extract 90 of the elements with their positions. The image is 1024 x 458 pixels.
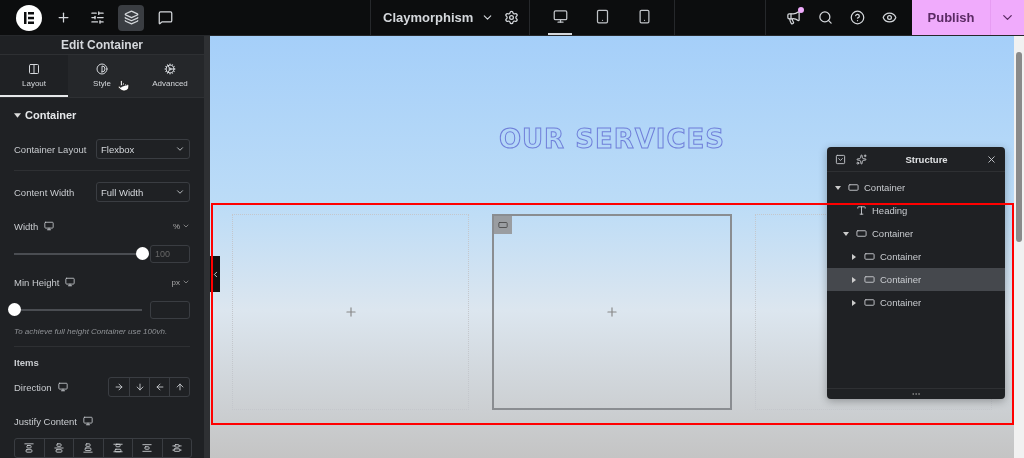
field-label: Container Layout (14, 143, 87, 155)
collapse-icon[interactable] (835, 153, 846, 165)
number-field[interactable] (150, 301, 190, 319)
panel-tab[interactable]: Style (68, 55, 136, 97)
publish-button[interactable]: Publish (912, 0, 990, 35)
tree-item[interactable]: Container (827, 222, 1005, 245)
field-label: Content Width (14, 186, 75, 198)
speech-bubble-icon (157, 10, 173, 25)
tree-item[interactable]: Container (827, 291, 1005, 314)
megaphone-icon (786, 10, 801, 25)
layers-icon (123, 10, 139, 25)
chevron-down-icon (182, 222, 190, 230)
tree-item[interactable]: Heading (827, 199, 1005, 222)
desktop-icon[interactable] (82, 416, 93, 426)
structure-title: Structure (904, 153, 949, 165)
unit-select[interactable]: px (171, 277, 190, 287)
columns-icon (28, 62, 40, 75)
caret-down-icon[interactable] (843, 230, 851, 237)
container-icon (848, 182, 859, 193)
contrast-icon (96, 62, 108, 75)
collapse-panel-button[interactable] (210, 256, 220, 292)
text-icon (856, 205, 867, 216)
number-field[interactable]: 100 (150, 245, 190, 263)
desktop-icon[interactable] (57, 382, 68, 392)
column-container[interactable] (492, 214, 732, 410)
plus-icon (343, 305, 358, 319)
tablet-icon (594, 9, 610, 24)
notification-dot (798, 7, 804, 13)
field-label: Justify Content (14, 415, 77, 427)
caret-down-icon (14, 111, 21, 119)
hand-cursor-icon (117, 79, 130, 92)
hint-text: To achieve full height Container use 100vh. (14, 327, 169, 336)
sparkle-icon[interactable] (856, 153, 867, 165)
select-field[interactable]: Flexbox (96, 139, 190, 159)
slider-thumb[interactable] (136, 247, 149, 260)
container-icon (498, 220, 509, 230)
sliders-icon (89, 10, 105, 25)
phone-icon (636, 9, 652, 24)
field-label: Min Height (14, 276, 60, 288)
space-evenly-icon (171, 443, 182, 453)
section-header[interactable]: Container (14, 98, 190, 132)
arrow-up-icon (174, 382, 185, 392)
desktop-icon[interactable] (44, 221, 55, 231)
arrow-right-icon (114, 382, 124, 392)
container-icon (864, 251, 875, 262)
desktop-icon (552, 9, 568, 24)
container-icon (864, 297, 875, 308)
scrollbar[interactable] (1014, 36, 1024, 458)
settings-button[interactable] (504, 10, 520, 25)
chevron-down-icon (175, 144, 185, 154)
megaphone-button[interactable] (786, 10, 801, 25)
logo-icon[interactable] (16, 4, 42, 31)
unit-select[interactable]: % (172, 221, 190, 231)
slider-thumb[interactable] (8, 303, 21, 316)
page-name-menu[interactable]: Claymorphism (370, 0, 505, 35)
arrow-down-icon (134, 382, 145, 392)
align-center-icon (53, 443, 64, 453)
help-button[interactable] (850, 10, 865, 25)
chevron-down-icon (175, 187, 185, 197)
container-handle[interactable] (494, 216, 513, 234)
layers-button[interactable] (118, 4, 144, 31)
eye-icon (882, 10, 897, 25)
search-button[interactable] (818, 10, 833, 25)
tree-item[interactable]: Container (827, 268, 1005, 291)
field-label: Direction (14, 381, 52, 393)
close-icon[interactable] (986, 153, 997, 165)
space-between-icon (112, 443, 123, 453)
field-label: Width (14, 220, 39, 232)
search-icon (818, 10, 833, 25)
align-end-icon (83, 443, 94, 453)
settings-icon (504, 10, 520, 25)
plus-icon (55, 10, 71, 25)
plus-icon (605, 305, 619, 319)
help-icon (850, 10, 865, 25)
services-heading: OUR SERVICES (498, 124, 726, 154)
container-icon (856, 228, 867, 239)
chevron-down-icon (182, 278, 190, 286)
gear-icon (164, 62, 176, 75)
align-start-icon (24, 443, 35, 453)
arrow-left-icon (154, 382, 165, 392)
preview-button[interactable] (882, 10, 897, 25)
panel-tab[interactable]: Advanced (136, 55, 204, 97)
section-subheading: Items (14, 357, 40, 368)
tree-item[interactable]: Container (827, 176, 1005, 199)
select-field[interactable]: Full Width (96, 182, 190, 202)
caret-down-icon[interactable] (835, 184, 843, 191)
space-around-icon (142, 443, 153, 453)
desktop-icon[interactable] (65, 277, 76, 287)
tree-item[interactable]: Container (827, 245, 1005, 268)
container-icon (864, 274, 875, 285)
